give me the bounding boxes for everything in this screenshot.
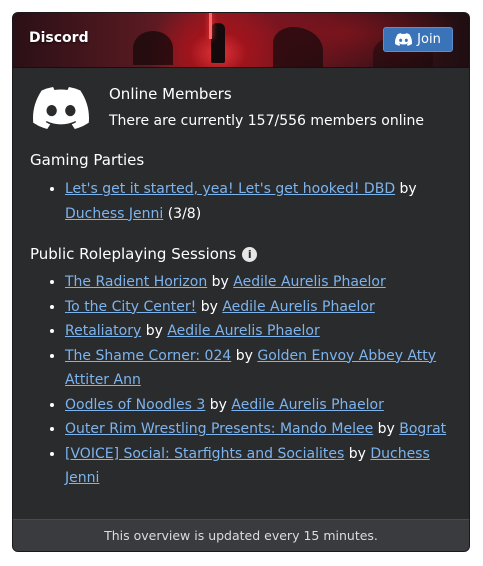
discord-icon: [395, 33, 413, 46]
by-label: by: [209, 396, 227, 413]
list-item: Let's get it started, yea! Let's get hoo…: [65, 177, 455, 226]
session-link[interactable]: The Radient Horizon: [65, 274, 207, 290]
by-label: by: [377, 421, 395, 437]
session-link[interactable]: Outer Rim Wrestling Presents: Mando Mele…: [65, 421, 373, 437]
list-item: [VOICE] Social: Starfights and Socialite…: [65, 442, 455, 491]
online-members-count: There are currently 157/556 members onli…: [109, 113, 424, 129]
banner-silhouette-right: [273, 27, 323, 67]
session-link[interactable]: The Shame Corner: 024: [65, 348, 231, 364]
party-count: (3/8): [167, 205, 202, 222]
host-link[interactable]: Bograt: [399, 421, 446, 437]
session-link[interactable]: Oodles of Noodles 3: [65, 397, 205, 413]
list-item: The Shame Corner: 024 by Golden Envoy Ab…: [65, 344, 455, 393]
info-icon[interactable]: i: [242, 247, 258, 262]
widget-title: Discord: [29, 30, 89, 46]
list-item: To the City Center! by Aedile Aurelis Ph…: [65, 295, 455, 320]
list-item: Retaliatory by Aedile Aurelis Phaelor: [65, 319, 455, 344]
discord-logo-icon: [33, 87, 89, 129]
session-link[interactable]: To the City Center!: [65, 299, 196, 315]
roleplay-sessions-title: Public Roleplaying Sessions i: [30, 245, 258, 263]
host-link[interactable]: Aedile Aurelis Phaelor: [222, 299, 374, 315]
host-link[interactable]: Aedile Aurelis Phaelor: [167, 323, 319, 339]
by-label: by: [145, 323, 163, 339]
banner-lightsaber: [209, 13, 212, 39]
roleplay-title-text: Public Roleplaying Sessions: [30, 245, 237, 263]
by-label: by: [200, 298, 218, 315]
join-button[interactable]: Join: [383, 27, 453, 52]
gaming-parties-title: Gaming Parties: [30, 151, 145, 169]
roleplay-sessions-list: The Radient Horizon by Aedile Aurelis Ph…: [30, 270, 455, 491]
session-link[interactable]: [VOICE] Social: Starfights and Socialite…: [65, 446, 344, 462]
host-link[interactable]: Aedile Aurelis Phaelor: [231, 397, 383, 413]
list-item: Outer Rim Wrestling Presents: Mando Mele…: [65, 417, 455, 442]
online-members-title: Online Members: [109, 85, 232, 103]
by-label: by: [348, 445, 366, 462]
list-item: The Radient Horizon by Aedile Aurelis Ph…: [65, 270, 455, 295]
host-link[interactable]: Duchess Jenni: [65, 206, 163, 222]
by-label: by: [399, 181, 417, 197]
list-item: Oodles of Noodles 3 by Aedile Aurelis Ph…: [65, 393, 455, 418]
gaming-parties-list: Let's get it started, yea! Let's get hoo…: [30, 177, 455, 226]
banner-figure: [211, 23, 225, 63]
by-label: by: [235, 347, 253, 364]
update-notice: This overview is updated every 15 minute…: [13, 519, 469, 551]
host-link[interactable]: Aedile Aurelis Phaelor: [233, 274, 385, 290]
discord-widget: Discord Join Online Members There are cu…: [12, 12, 470, 552]
banner-silhouette-left: [133, 31, 173, 65]
join-label: Join: [417, 32, 441, 47]
session-link[interactable]: Retaliatory: [65, 323, 141, 339]
session-link[interactable]: Let's get it started, yea! Let's get hoo…: [65, 181, 395, 197]
by-label: by: [211, 274, 229, 290]
